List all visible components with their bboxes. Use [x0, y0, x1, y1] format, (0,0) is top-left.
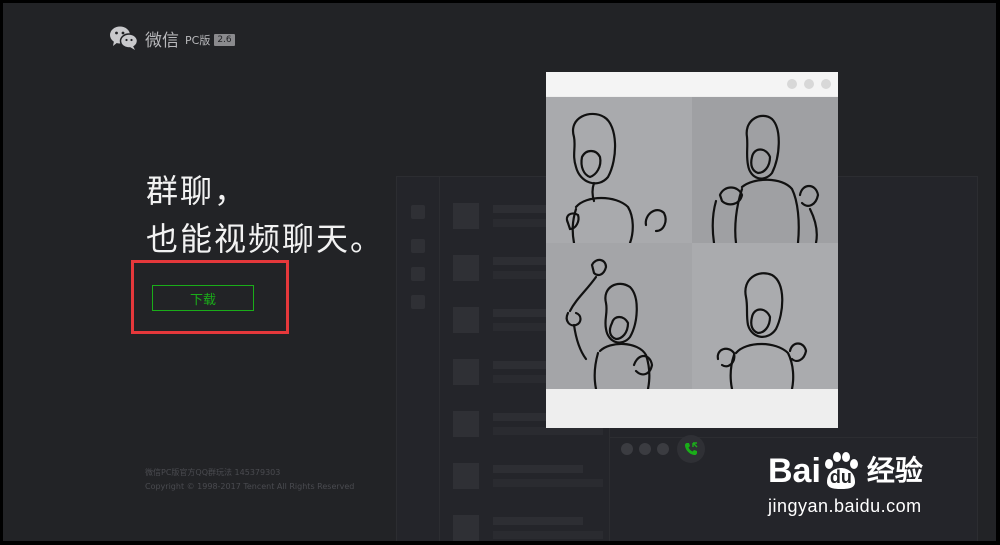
mockup-divider — [609, 437, 977, 438]
watermark-brand-cn: 经验 — [866, 454, 923, 487]
mockup-nav-icon — [411, 239, 425, 253]
call-button — [677, 435, 705, 463]
header-logo[interactable]: 微信 PC版 2.6 — [109, 25, 235, 51]
hero-headline: 群聊， 也能视频聊天。 — [146, 167, 384, 263]
annotation-highlight-box — [131, 260, 289, 334]
watermark-brand-bai: Bai — [768, 452, 821, 490]
participant-video-tile — [546, 243, 692, 389]
window-control-dot — [804, 79, 814, 89]
baidu-paw-icon: du — [821, 452, 861, 490]
participant-video-tile — [546, 97, 692, 243]
window-control-dot — [821, 79, 831, 89]
mockup-sidebar — [397, 177, 440, 541]
participant-video-tile — [692, 243, 838, 389]
participant-video-tile — [692, 97, 838, 243]
mockup-nav-icon — [411, 295, 425, 309]
baidu-jingyan-watermark: Bai du 经验 jingyan.baidu.com — [768, 452, 923, 517]
platform-label: PC版 — [185, 34, 211, 47]
mockup-row — [453, 511, 603, 541]
window-titlebar — [546, 72, 838, 96]
app-name: 微信 — [145, 30, 179, 51]
mockup-nav-icon — [411, 267, 425, 281]
footer-copyright: Copyright © 1998-2017 Tencent All Rights… — [145, 482, 355, 491]
video-chat-window-illustration — [546, 72, 838, 428]
phone-call-icon — [685, 442, 698, 455]
version-badge: 2.6 — [214, 34, 235, 46]
call-control-dot — [621, 443, 633, 455]
window-control-dot — [787, 79, 797, 89]
watermark-brand-du: du — [829, 467, 852, 487]
call-control-dot — [639, 443, 651, 455]
mockup-row — [453, 459, 603, 499]
mockup-nav-icon — [411, 205, 425, 219]
footer: 微信PC版官方QQ群玩法 145379303 Copyright © 1998-… — [145, 466, 354, 494]
video-participant-grid — [546, 97, 838, 389]
footer-qq-group: 微信PC版官方QQ群玩法 145379303 — [145, 468, 281, 477]
wechat-logo-icon — [110, 26, 139, 50]
hero-line-1: 群聊， — [146, 172, 249, 210]
call-control-dot — [657, 443, 669, 455]
watermark-url: jingyan.baidu.com — [768, 496, 922, 516]
hero-line-2: 也能视频聊天。 — [146, 220, 385, 258]
